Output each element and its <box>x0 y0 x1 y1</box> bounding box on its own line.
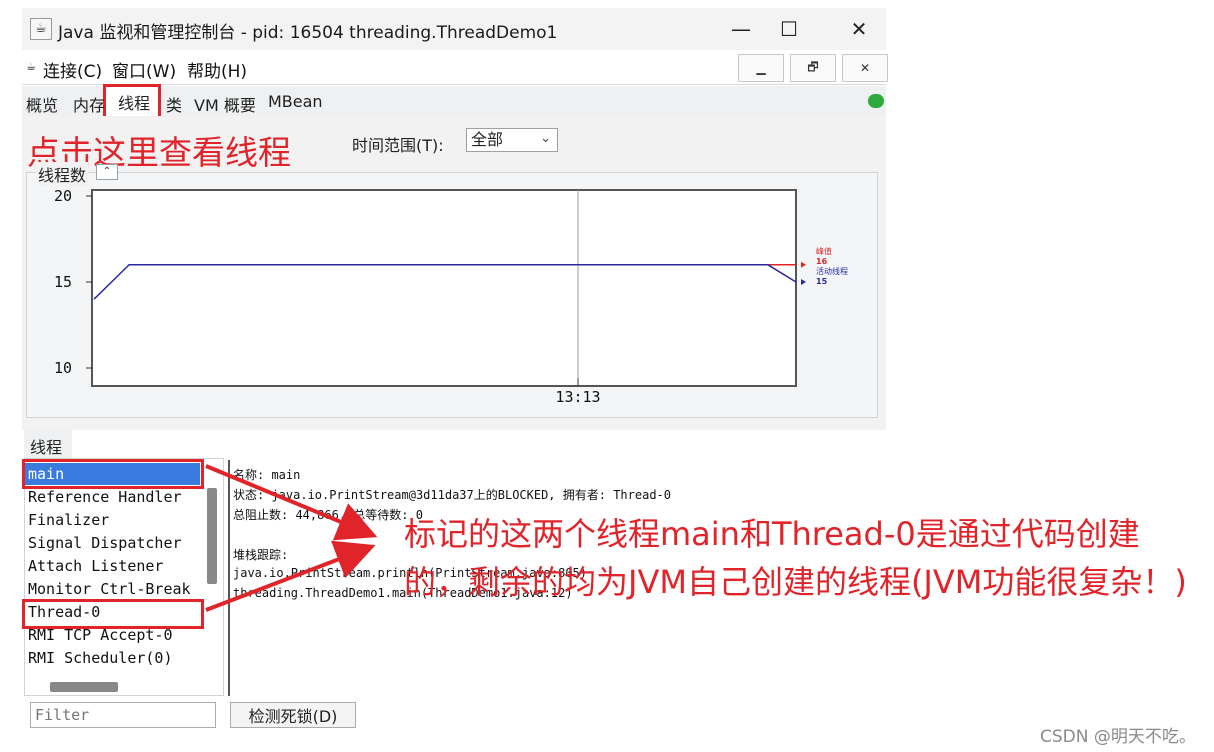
arrow-to-main <box>205 464 378 541</box>
detect-deadlock-button[interactable]: 检测死锁(D) <box>230 702 356 728</box>
explanation-text: 标记的这两个线程main和Thread-0是通过代码创建的，剩余的均为JVM自己… <box>404 515 1187 601</box>
annotation-arrows <box>205 464 378 612</box>
arrow-to-thread-0 <box>205 540 376 612</box>
explanation-annotation: 标记的这两个线程main和Thread-0是通过代码创建的，剩余的均为JVM自己… <box>404 510 1194 606</box>
watermark: CSDN @明天不吃。 <box>1040 727 1196 747</box>
filter-input[interactable] <box>30 702 216 728</box>
